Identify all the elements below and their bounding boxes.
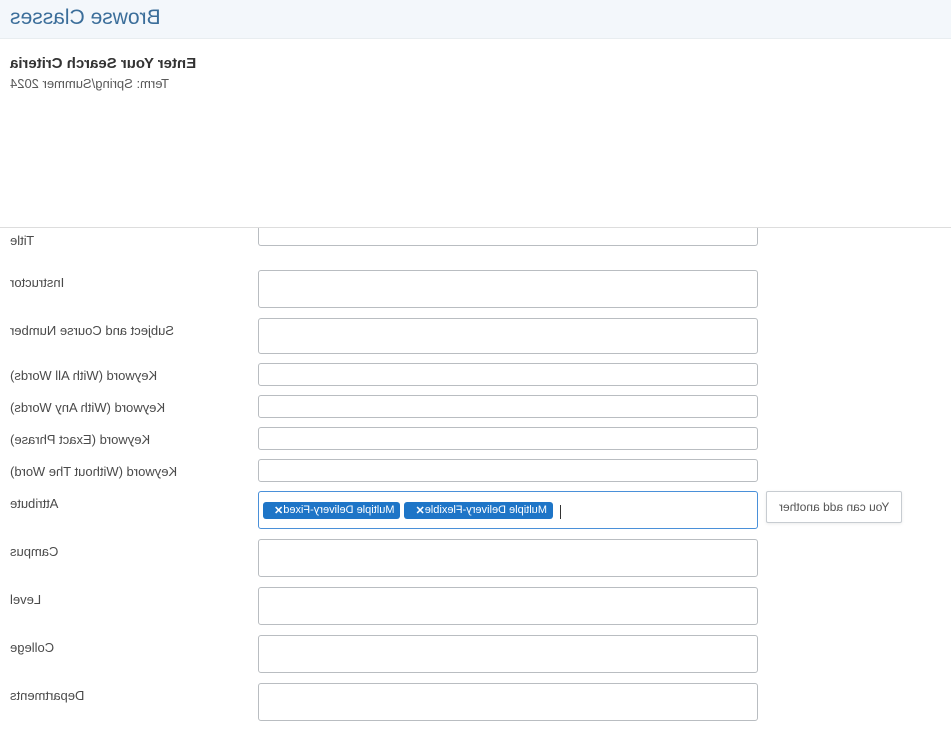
label-keyword-without: Keyword (Without The Word) [0, 459, 258, 479]
label-subject-course: Subject and Course Number [0, 318, 258, 338]
attribute-tag-0[interactable]: ✕ Multiple Delivery-Fixed [263, 502, 400, 519]
keyword-exact-text[interactable] [263, 428, 753, 449]
label-attribute: Attribute [0, 491, 258, 511]
tag-label: Multiple Delivery-Flexible [425, 504, 547, 516]
label-level: Level [0, 587, 258, 607]
row-college: College [0, 635, 951, 673]
level-select[interactable] [258, 587, 758, 625]
keyword-any-input[interactable] [258, 395, 758, 418]
row-keyword-exact: Keyword (Exact Phrase) [0, 427, 951, 450]
instructor-select[interactable] [258, 270, 758, 308]
close-icon[interactable]: ✕ [274, 504, 283, 517]
tag-label: Multiple Delivery-Fixed [283, 504, 394, 516]
subject-course-text[interactable] [263, 319, 753, 353]
hint-tooltip: You can add another [766, 491, 902, 523]
row-instructor: Instructor [0, 270, 951, 308]
title-input[interactable] [258, 228, 758, 246]
label-keyword-all: Keyword (With All Words) [0, 363, 258, 383]
row-subject-course: Subject and Course Number [0, 318, 951, 354]
close-icon[interactable]: ✕ [415, 504, 424, 517]
label-title: Title [0, 228, 258, 248]
row-keyword-without: Keyword (Without The Word) [0, 459, 951, 482]
text-cursor [560, 505, 561, 519]
row-keyword-all: Keyword (With All Words) [0, 363, 951, 386]
search-form: Title Instructor Subject and Course Numb… [0, 227, 951, 721]
campus-select[interactable] [258, 539, 758, 577]
row-level: Level [0, 587, 951, 625]
attribute-multiselect[interactable]: ✕ Multiple Delivery-Fixed ✕ Multiple Del… [258, 491, 758, 529]
sub-header: Enter Your Search Criteria Term: Spring/… [0, 39, 951, 97]
attribute-tag-1[interactable]: ✕ Multiple Delivery-Flexible [404, 502, 552, 519]
label-campus: Campus [0, 539, 258, 559]
search-criteria-heading: Enter Your Search Criteria [10, 55, 941, 72]
header-bar: Browse Classes [0, 0, 951, 39]
row-keyword-any: Keyword (With Any Words) [0, 395, 951, 418]
keyword-without-text[interactable] [263, 460, 753, 481]
college-select[interactable] [258, 635, 758, 673]
row-attribute: Attribute ✕ Multiple Delivery-Fixed ✕ Mu… [0, 491, 951, 529]
row-campus: Campus [0, 539, 951, 577]
page-title: Browse Classes [10, 6, 941, 30]
subject-course-input[interactable] [258, 318, 758, 354]
departments-select[interactable] [258, 683, 758, 721]
keyword-all-text[interactable] [263, 364, 753, 385]
label-keyword-exact: Keyword (Exact Phrase) [0, 427, 258, 447]
row-title: Title [0, 228, 951, 248]
title-text[interactable] [263, 228, 753, 245]
label-instructor: Instructor [0, 270, 258, 290]
keyword-all-input[interactable] [258, 363, 758, 386]
label-college: College [0, 635, 258, 655]
label-keyword-any: Keyword (With Any Words) [0, 395, 258, 415]
keyword-exact-input[interactable] [258, 427, 758, 450]
label-departments: Departments [0, 683, 258, 703]
keyword-any-text[interactable] [263, 396, 753, 417]
term-label: Term: Spring/Summer 2024 [10, 76, 941, 91]
keyword-without-input[interactable] [258, 459, 758, 482]
row-departments: Departments [0, 683, 951, 721]
